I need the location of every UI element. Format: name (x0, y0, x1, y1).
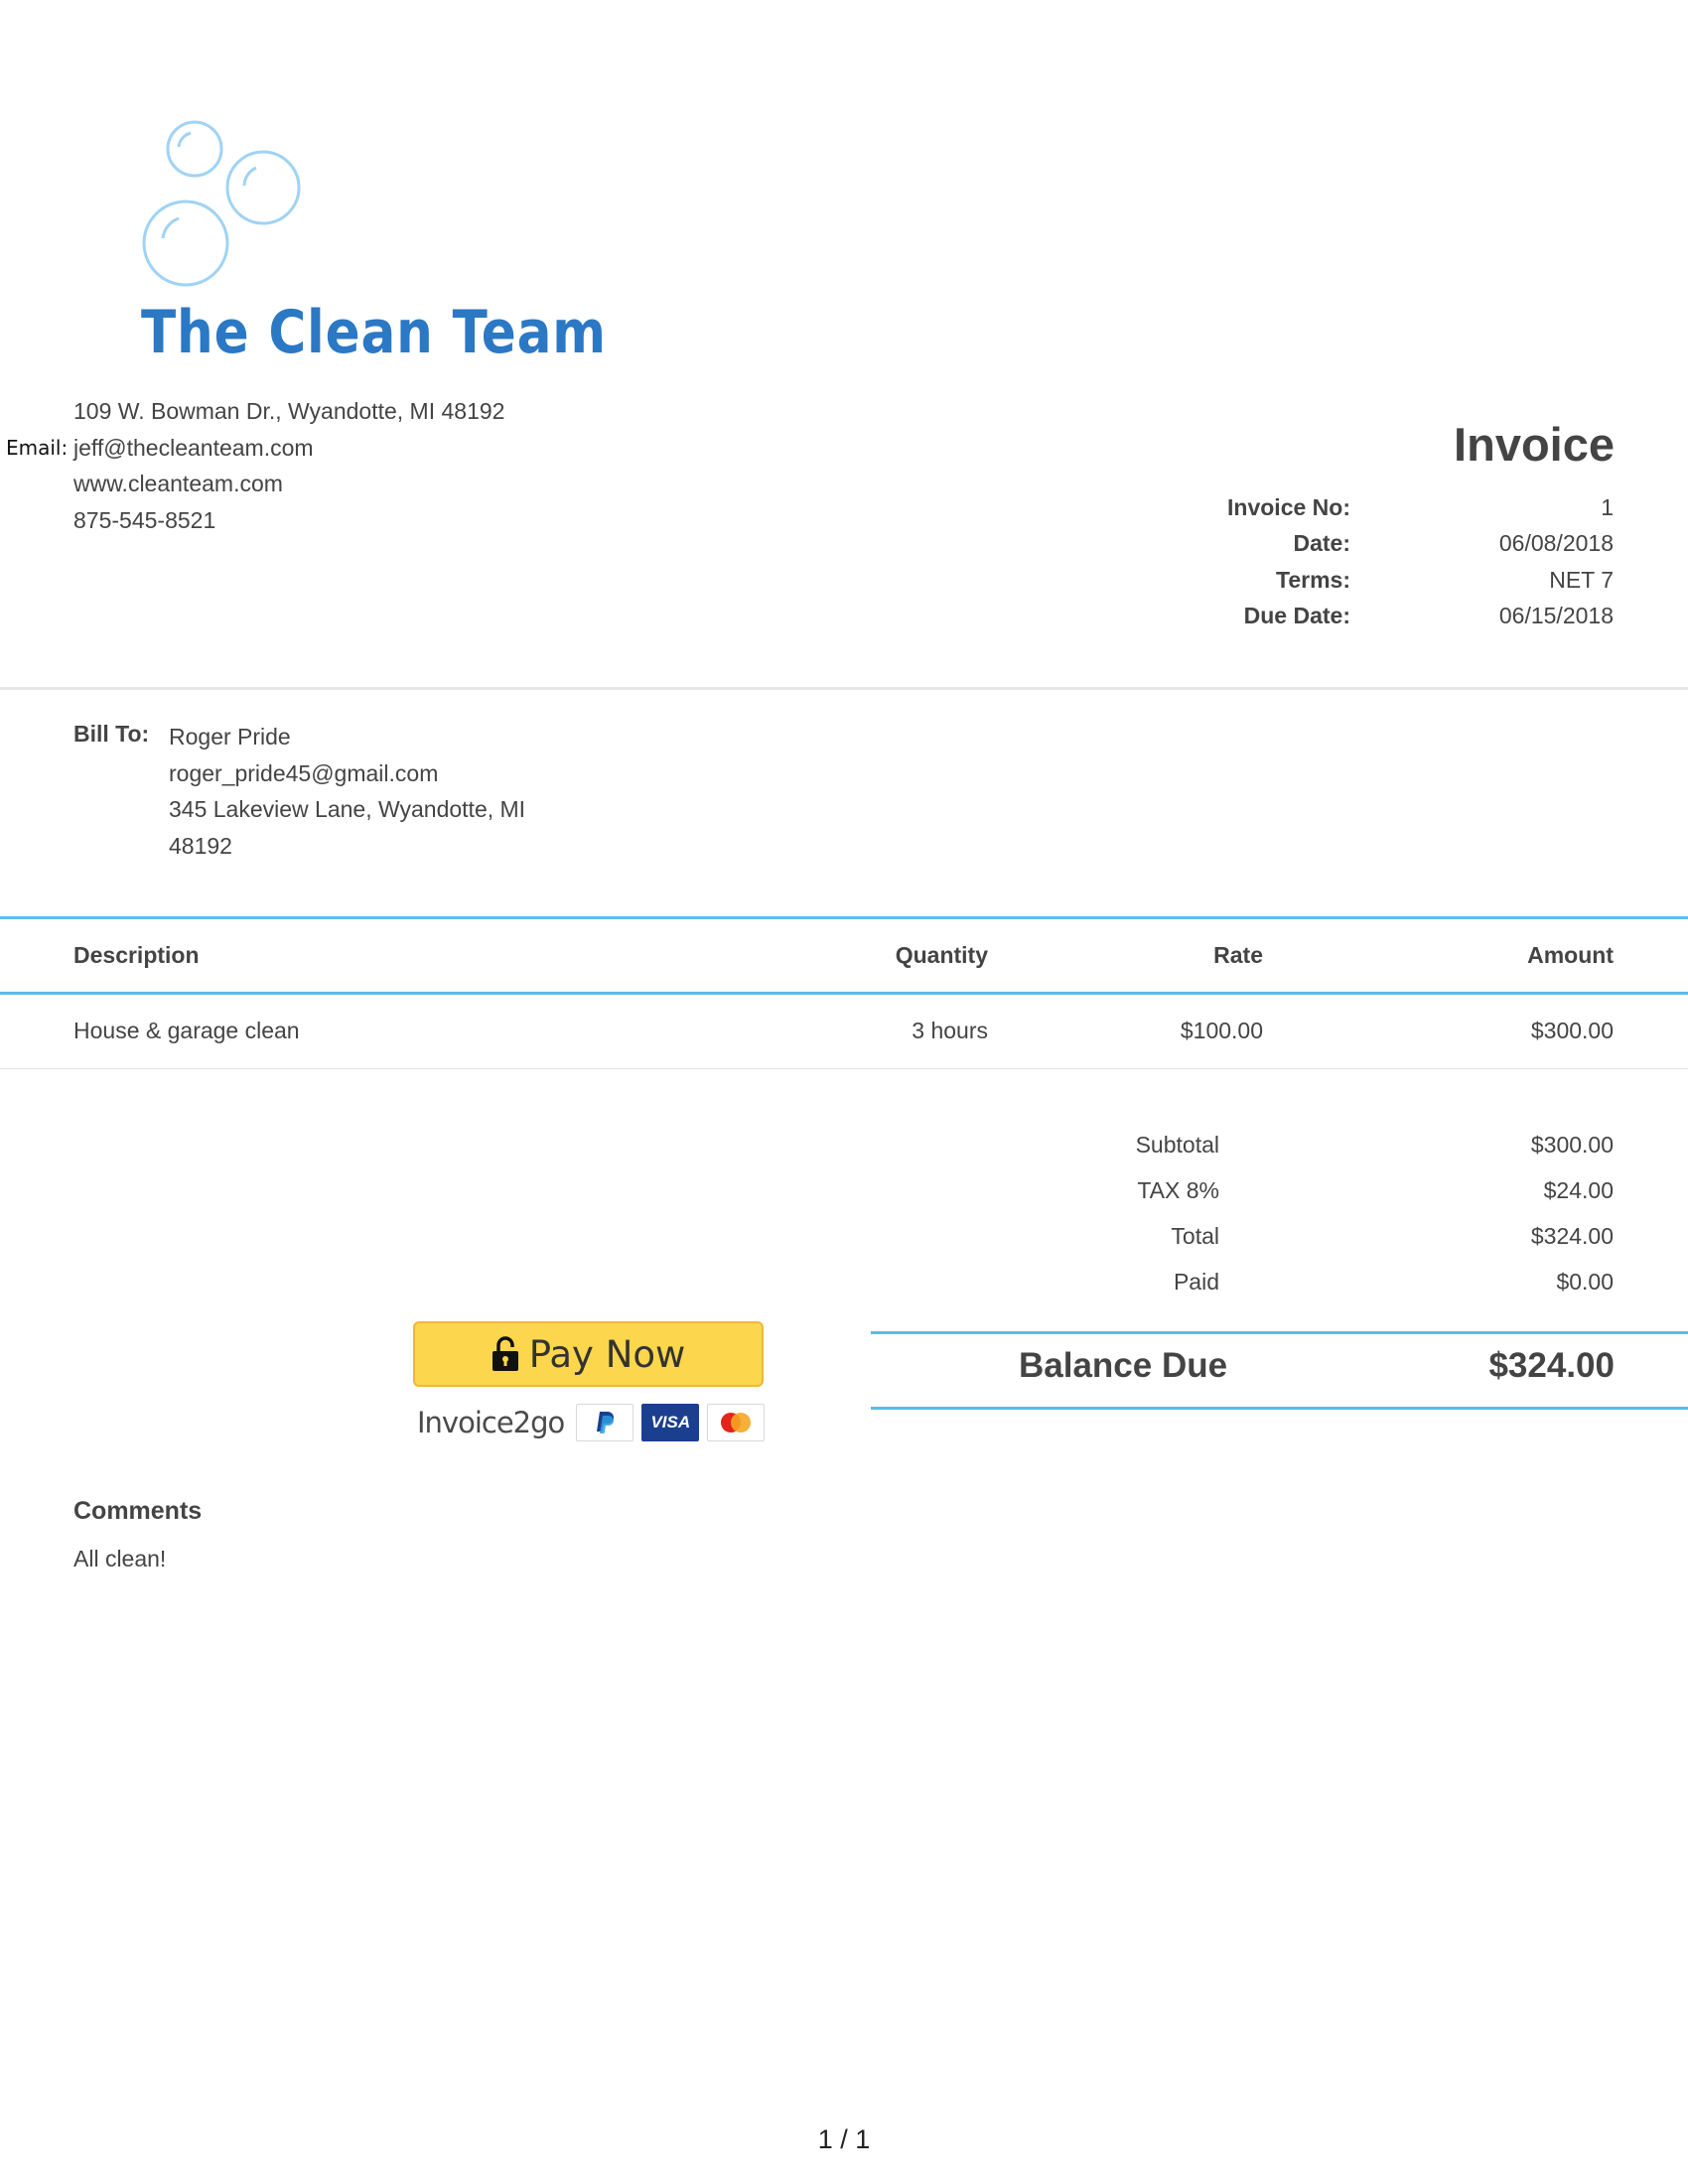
column-header-description: Description (73, 942, 200, 968)
bill-to-label: Bill To: (73, 721, 150, 747)
comments-heading: Comments (73, 1497, 203, 1525)
totals-row-total: Total $324.00 (993, 1213, 1614, 1259)
meta-value: NET 7 (1549, 566, 1614, 593)
client-name: Roger Pride (169, 724, 291, 750)
totals-value: $300.00 (1530, 1131, 1614, 1158)
meta-label: Due Date: (1243, 603, 1350, 629)
balance-due-label: Balance Due (1019, 1346, 1228, 1385)
meta-label: Terms: (1276, 566, 1350, 593)
meta-label: Invoice No: (1227, 493, 1350, 520)
totals-row-subtotal: Subtotal $300.00 (993, 1122, 1614, 1167)
client-address-line1: 345 Lakeview Lane, Wyandotte, MI (169, 796, 526, 822)
sender-info: 109 W. Bowman Dr., Wyandotte, MI 48192 j… (73, 393, 504, 538)
paypal-icon (576, 1404, 634, 1441)
mastercard-icon (707, 1404, 766, 1441)
column-header-amount: Amount (1527, 942, 1614, 968)
company-name: The Clean Team (141, 298, 607, 367)
mastercard-mark-icon (721, 1413, 752, 1433)
meta-value: 06/08/2018 (1498, 530, 1614, 557)
pay-now-button[interactable]: Pay Now (413, 1321, 764, 1387)
item-amount: $300.00 (1530, 1018, 1614, 1043)
totals-value: $24.00 (1543, 1176, 1614, 1203)
page-indicator: 1 / 1 (817, 2124, 871, 2154)
lock-open-icon (492, 1336, 518, 1371)
meta-row-invoice-no: Invoice No: 1 (1142, 489, 1614, 526)
visa-icon: VISA (641, 1404, 700, 1441)
meta-row-due-date: Due Date: 06/15/2018 (1142, 599, 1614, 635)
company-email[interactable]: jeff@thecleanteam.com (73, 430, 504, 467)
meta-row-date: Date: 06/08/2018 (1142, 526, 1614, 563)
totals-row-tax: TAX 8% $24.00 (993, 1167, 1614, 1213)
client-address-line2: 48192 (169, 832, 232, 859)
balance-bottom-rule (871, 1407, 1688, 1410)
meta-value: 1 (1601, 493, 1614, 520)
payment-logos: Invoice2go VISA (417, 1402, 766, 1443)
comments-text: All clean! (73, 1546, 167, 1571)
balance-due-value: $324.00 (1488, 1346, 1615, 1385)
paypal-mark-icon (597, 1412, 615, 1433)
totals-value: $0.00 (1556, 1268, 1614, 1295)
totals-label: Paid (1173, 1268, 1219, 1295)
table-bottom-rule (0, 1068, 1688, 1069)
bubbles-logo-icon (142, 120, 301, 287)
company-website[interactable]: www.cleanteam.com (73, 466, 504, 502)
totals-label: Total (1171, 1222, 1219, 1249)
balance-top-rule (871, 1331, 1688, 1334)
header-divider (0, 687, 1688, 690)
bill-to-details: Roger Pride roger_pride45@gmail.com 345 … (169, 719, 525, 864)
table-header-rule (0, 992, 1688, 995)
totals-value: $324.00 (1530, 1222, 1614, 1249)
pay-now-label: Pay Now (528, 1332, 686, 1376)
client-email[interactable]: roger_pride45@gmail.com (169, 755, 525, 792)
column-header-quantity: Quantity (895, 942, 988, 968)
invoice-title: Invoice (1454, 418, 1615, 471)
company-address: 109 W. Bowman Dr., Wyandotte, MI 48192 (73, 398, 505, 424)
item-description: House & garage clean (73, 1018, 300, 1043)
email-label: Email: (6, 436, 69, 460)
meta-row-terms: Terms: NET 7 (1142, 562, 1614, 599)
invoice2go-logo: Invoice2go (417, 1406, 565, 1439)
item-rate: $100.00 (1180, 1018, 1263, 1043)
item-quantity: 3 hours (912, 1018, 988, 1043)
totals-row-paid: Paid $0.00 (993, 1259, 1614, 1304)
invoice-meta: Invoice No: 1 Date: 06/08/2018 Terms: NE… (1142, 489, 1614, 634)
column-header-rate: Rate (1213, 942, 1263, 968)
meta-value: 06/15/2018 (1498, 603, 1614, 629)
totals-label: Subtotal (1135, 1131, 1219, 1158)
company-phone: 875-545-8521 (73, 506, 216, 533)
meta-label: Date: (1293, 530, 1350, 557)
totals-block: Subtotal $300.00 TAX 8% $24.00 Total $32… (993, 1122, 1614, 1304)
table-top-rule (0, 916, 1688, 919)
totals-label: TAX 8% (1137, 1176, 1219, 1203)
